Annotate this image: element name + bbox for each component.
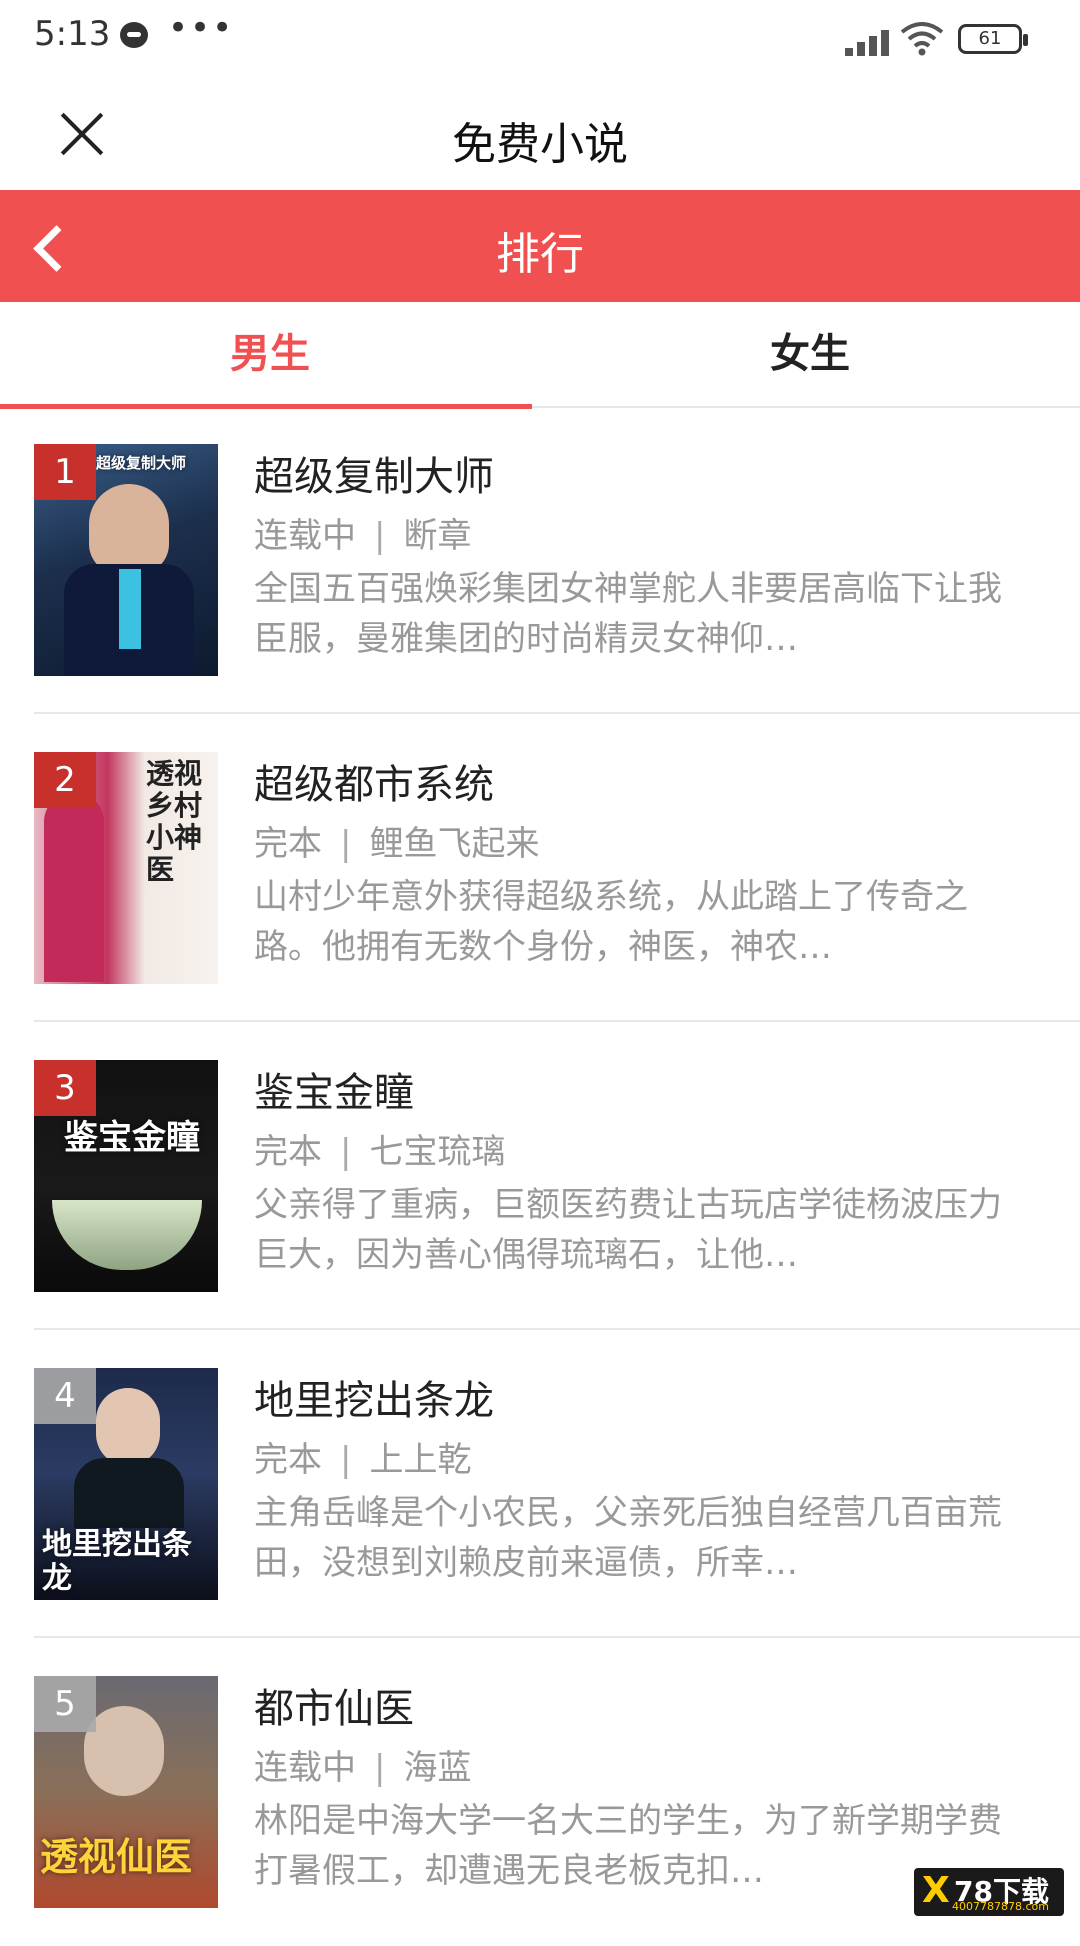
- status-time: 5:13: [34, 14, 111, 54]
- chat-notification-icon: [120, 22, 148, 48]
- book-status: 完本: [254, 1440, 322, 1480]
- meta-separator: |: [374, 1748, 386, 1788]
- cover-title: 鉴宝金瞳: [64, 1118, 200, 1158]
- book-description: 主角岳峰是个小农民，父亲死后独自经营几百亩荒田，没想到刘赖皮前来逼债，所幸…: [254, 1493, 1002, 1583]
- book-meta: 连载中 | 断章: [254, 508, 471, 557]
- cover-title: 超级复制大师: [96, 454, 187, 472]
- gender-tabs: 男生 女生: [0, 302, 1080, 409]
- book-meta: 完本 | 鲤鱼飞起来: [254, 816, 539, 865]
- book-status: 连载中: [254, 1748, 356, 1788]
- watermark-logo: X 78下载 4007787878.com: [914, 1868, 1064, 1916]
- page-title: 免费小说: [452, 119, 628, 170]
- cover-title: 透视仙医: [40, 1835, 193, 1879]
- meta-separator: |: [340, 1440, 352, 1480]
- book-author: 七宝琉璃: [369, 1132, 506, 1172]
- book-description: 全国五百强焕彩集团女神掌舵人非要居高临下让我臣服，曼雅集团的时尚精灵女神仰…: [254, 569, 1002, 659]
- book-author: 鲤鱼飞起来: [369, 824, 540, 864]
- meta-separator: |: [374, 516, 386, 556]
- book-cover: 透视乡村小神医 2: [34, 752, 218, 984]
- rank-badge: 3: [34, 1060, 96, 1116]
- status-bar: 5:13 ••• 61: [0, 0, 1080, 80]
- book-author: 海蓝: [403, 1748, 472, 1788]
- meta-separator: |: [340, 824, 352, 864]
- book-cover: 超级复制大师 1: [34, 444, 218, 676]
- wifi-icon: [900, 22, 944, 56]
- book-item[interactable]: 超级复制大师 1 超级复制大师 连载中 | 断章 全国五百强焕彩集团女神掌舵人非要居…: [0, 406, 1080, 714]
- rank-badge: 4: [34, 1368, 96, 1424]
- tab-male[interactable]: 男生: [0, 302, 540, 406]
- rank-badge: 2: [34, 752, 96, 808]
- book-description: 父亲得了重病，巨额医药费让古玩店学徒杨波压力巨大，因为善心偶得琉璃石，让他…: [254, 1185, 1002, 1275]
- cover-title: 透视乡村小神医: [146, 757, 203, 886]
- book-item[interactable]: 透视乡村小神医 2 超级都市系统 完本 | 鲤鱼飞起来 山村少年意外获得超级系统，从…: [0, 714, 1080, 1022]
- header-title: 排行: [496, 229, 584, 280]
- book-cover: 地里挖出条龙 4: [34, 1368, 218, 1600]
- book-cover: 透视仙医 5: [34, 1676, 218, 1908]
- book-item[interactable]: 鉴宝金瞳 3 鉴宝金瞳 完本 | 七宝琉璃 父亲得了重病，巨额医药费让古玩店学徒杨波…: [0, 1022, 1080, 1330]
- book-status: 连载中: [254, 516, 356, 556]
- book-item[interactable]: 地里挖出条龙 4 地里挖出条龙 完本 | 上上乾 主角岳峰是个小农民，父亲死后独自经…: [0, 1330, 1080, 1638]
- book-list: 超级复制大师 1 超级复制大师 连载中 | 断章 全国五百强焕彩集团女神掌舵人非要居…: [0, 406, 1080, 1946]
- book-title: 鉴宝金瞳: [254, 1070, 414, 1116]
- book-meta: 连载中 | 海蓝: [254, 1740, 471, 1789]
- book-description: 山村少年意外获得超级系统，从此踏上了传奇之路。他拥有无数个身份，神医，神农…: [254, 877, 968, 967]
- book-author: 断章: [403, 516, 472, 556]
- title-bar: 免费小说: [0, 80, 1080, 190]
- book-meta: 完本 | 上上乾: [254, 1432, 471, 1481]
- rank-badge: 5: [34, 1676, 96, 1732]
- book-title: 超级都市系统: [254, 762, 494, 808]
- book-title: 超级复制大师: [254, 454, 494, 500]
- more-notifications-icon: •••: [168, 8, 235, 48]
- book-status: 完本: [254, 824, 322, 864]
- book-meta: 完本 | 七宝琉璃: [254, 1124, 505, 1173]
- book-cover: 鉴宝金瞳 3: [34, 1060, 218, 1292]
- meta-separator: |: [340, 1132, 352, 1172]
- book-title: 地里挖出条龙: [254, 1378, 494, 1424]
- rank-header: 排行: [0, 190, 1080, 302]
- book-title: 都市仙医: [254, 1686, 414, 1732]
- watermark-x: X: [922, 1870, 950, 1911]
- tab-female[interactable]: 女生: [540, 302, 1080, 406]
- rank-badge: 1: [34, 444, 96, 500]
- book-author: 上上乾: [369, 1440, 472, 1480]
- cover-title: 地里挖出条龙: [42, 1527, 192, 1596]
- book-description: 林阳是中海大学一名大三的学生，为了新学期学费打暑假工，却遭遇无良老板克扣…: [254, 1801, 1002, 1891]
- watermark-url: 4007787878.com: [952, 1900, 1049, 1913]
- battery-icon: 61: [958, 24, 1028, 54]
- book-status: 完本: [254, 1132, 322, 1172]
